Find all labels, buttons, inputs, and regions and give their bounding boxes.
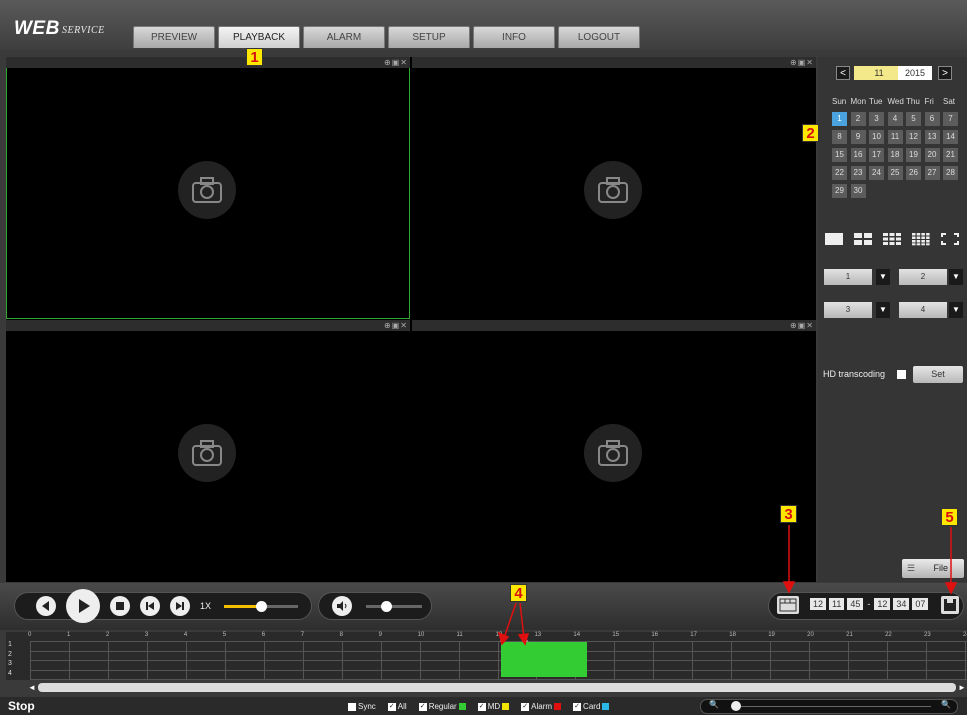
callout-arrows <box>497 525 958 646</box>
